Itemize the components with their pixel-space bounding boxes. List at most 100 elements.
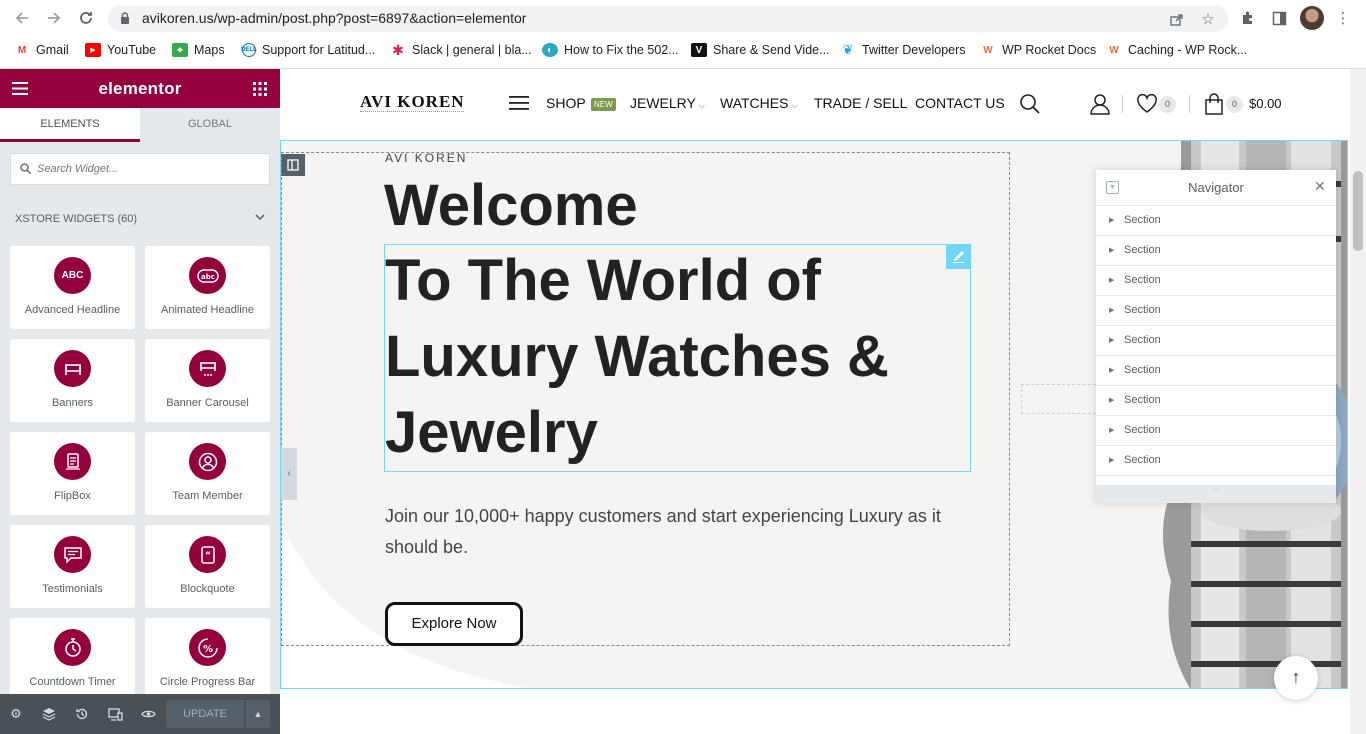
caret-right-icon[interactable]: ▶ bbox=[1109, 366, 1114, 374]
profile-avatar[interactable] bbox=[1300, 6, 1324, 30]
back-arrow-icon[interactable] bbox=[10, 6, 34, 30]
caret-right-icon[interactable]: ▶ bbox=[1109, 246, 1114, 254]
bookmark-502-fix[interactable]: ◐ How to Fix the 502... bbox=[542, 41, 679, 59]
navigator-section-row[interactable]: ▶ Section bbox=[1096, 206, 1336, 236]
widget-banner-carousel[interactable]: Banner Carousel bbox=[145, 339, 270, 422]
abc-icon: ABC bbox=[54, 257, 91, 294]
nav-trade-sell[interactable]: TRADE / SELL bbox=[814, 95, 907, 111]
navigator-section-row[interactable]: ▶ Section bbox=[1096, 386, 1336, 416]
elementor-logo: elementor bbox=[98, 79, 182, 98]
nav-jewelry[interactable]: JEWELRY ⌵ bbox=[630, 95, 705, 111]
navigator-section-row[interactable]: ▶ Section bbox=[1096, 416, 1336, 446]
chevron-up-icon[interactable]: ▲ bbox=[246, 700, 270, 728]
edit-pencil-icon[interactable] bbox=[946, 244, 971, 269]
cart-bag-icon[interactable] bbox=[1203, 93, 1225, 115]
chevron-down-icon[interactable] bbox=[255, 213, 265, 224]
navigator-panel: ▼ Navigator ✕ ▶ Section ▶ Section ▶ Section… bbox=[1096, 170, 1336, 503]
dell-icon: DELL bbox=[241, 43, 257, 57]
history-icon[interactable] bbox=[73, 705, 91, 723]
chat-icon bbox=[54, 536, 91, 573]
navigator-section-row[interactable]: ▶ Section bbox=[1096, 266, 1336, 296]
maps-icon: ⌖ bbox=[172, 43, 188, 57]
caret-right-icon[interactable]: ▶ bbox=[1109, 396, 1114, 404]
caret-right-icon[interactable]: ▶ bbox=[1109, 276, 1114, 284]
tab-elements[interactable]: ELEMENTS bbox=[0, 108, 140, 142]
category-title[interactable]: XSTORE WIDGETS (60) bbox=[15, 213, 137, 225]
search-icon[interactable] bbox=[1019, 93, 1041, 115]
preview-eye-icon[interactable] bbox=[139, 705, 157, 723]
address-bar[interactable]: avikoren.us/wp-admin/post.php?post=6897&… bbox=[108, 5, 1228, 32]
slack-icon: ✱ bbox=[392, 41, 404, 58]
panel-footer: ⚙ UPDATE ▲ bbox=[0, 694, 280, 734]
account-user-icon[interactable] bbox=[1089, 93, 1111, 115]
widgets-grid-icon[interactable] bbox=[253, 82, 267, 101]
navigator-resize-handle[interactable]: ··· bbox=[1096, 485, 1336, 503]
kebab-menu-icon[interactable]: ⋮ bbox=[1332, 7, 1354, 29]
hero-welcome[interactable]: Welcome bbox=[384, 171, 638, 241]
widget-circle-progress-bar[interactable]: % Circle Progress Bar bbox=[145, 618, 270, 701]
widget-banners[interactable]: Banners bbox=[10, 339, 135, 422]
bookmark-slack[interactable]: ✱ Slack | general | bla... bbox=[390, 41, 532, 59]
percent-icon: % bbox=[189, 629, 226, 666]
cart-total[interactable]: $0.00 bbox=[1249, 96, 1282, 111]
explore-now-button[interactable]: Explore Now bbox=[385, 602, 523, 646]
navigator-section-row[interactable]: ▶ Section bbox=[1096, 236, 1336, 266]
settings-gear-icon[interactable]: ⚙ bbox=[7, 705, 25, 723]
hero-paragraph[interactable]: Join our 10,000+ happy customers and sta… bbox=[385, 501, 985, 563]
panel-header: elementor bbox=[0, 69, 280, 108]
chevron-down-icon: ⌵ bbox=[791, 101, 798, 110]
scroll-to-top-arrow-icon[interactable]: ↑ bbox=[1274, 656, 1318, 700]
bookmark-wp-rocket-docs[interactable]: W WP Rocket Docs bbox=[980, 41, 1096, 59]
navigator-section-row[interactable]: ▶ Section bbox=[1096, 326, 1336, 356]
nav-watches[interactable]: WATCHES ⌵ bbox=[720, 95, 798, 111]
reload-icon[interactable] bbox=[74, 6, 98, 30]
widget-blockquote[interactable]: “ Blockquote bbox=[145, 525, 270, 608]
nav-shop[interactable]: SHOP bbox=[546, 95, 586, 111]
widget-countdown-timer[interactable]: Countdown Timer bbox=[10, 618, 135, 701]
widget-team-member[interactable]: Team Member bbox=[145, 432, 270, 515]
scroll-thumb[interactable] bbox=[1353, 171, 1363, 251]
wishlist-heart-icon[interactable] bbox=[1136, 93, 1158, 115]
hamburger-menu-icon[interactable] bbox=[509, 96, 529, 110]
bookmark-twitter-dev[interactable]: ❦ Twitter Developers bbox=[840, 41, 966, 59]
update-button[interactable]: UPDATE bbox=[166, 700, 244, 728]
widget-flipbox[interactable]: FlipBox bbox=[10, 432, 135, 515]
navigator-header: ▼ Navigator ✕ bbox=[1096, 170, 1336, 206]
share-icon[interactable] bbox=[1166, 9, 1186, 29]
collapse-panel-chevron-icon[interactable]: ‹ bbox=[281, 448, 297, 500]
bookmark-dell-support[interactable]: DELL Support for Latitud... bbox=[241, 41, 375, 59]
navigator-section-row[interactable]: ▶ Section bbox=[1096, 356, 1336, 386]
forward-arrow-icon[interactable] bbox=[42, 6, 66, 30]
navigator-section-row[interactable]: ▶ Section bbox=[1096, 296, 1336, 326]
bookmark-youtube[interactable]: ▶ YouTube bbox=[85, 41, 156, 59]
close-icon[interactable]: ✕ bbox=[1314, 178, 1326, 195]
hero-headline[interactable]: To The World of Luxury Watches & Jewelry bbox=[385, 243, 985, 471]
bookmarks-bar: M Gmail ▶ YouTube ⌖ Maps DELL Support for La… bbox=[0, 38, 1366, 62]
site-logo[interactable]: AVI KOREN bbox=[360, 92, 465, 112]
caret-right-icon[interactable]: ▶ bbox=[1109, 426, 1114, 434]
widget-advanced-headline[interactable]: ABC Advanced Headline bbox=[10, 246, 135, 329]
bookmark-star-icon[interactable]: ☆ bbox=[1198, 9, 1218, 29]
search-input[interactable] bbox=[37, 154, 265, 184]
bookmark-share-video[interactable]: V Share & Send Vide... bbox=[691, 41, 830, 59]
caret-right-icon[interactable]: ▶ bbox=[1109, 456, 1114, 464]
navigator-section-row[interactable]: ▶ Section bbox=[1096, 446, 1336, 476]
widget-search[interactable] bbox=[10, 153, 270, 185]
responsive-mode-icon[interactable] bbox=[106, 705, 124, 723]
tab-global[interactable]: GLOBAL bbox=[140, 108, 280, 142]
nav-contact[interactable]: CONTACT US bbox=[915, 95, 1005, 111]
navigator-layers-icon[interactable] bbox=[40, 705, 58, 723]
caret-right-icon[interactable]: ▶ bbox=[1109, 306, 1114, 314]
navigator-title[interactable]: Navigator bbox=[1096, 180, 1336, 195]
bookmark-maps[interactable]: ⌖ Maps bbox=[172, 41, 225, 59]
bookmark-wp-rocket-caching[interactable]: W Caching - WP Rock... bbox=[1106, 41, 1247, 59]
widget-testimonials[interactable]: Testimonials bbox=[10, 525, 135, 608]
site-header: AVI KOREN SHOP NEW JEWELRY ⌵ WATCHES ⌵ TRA… bbox=[280, 69, 1350, 140]
widget-animated-headline[interactable]: abc Animated Headline bbox=[145, 246, 270, 329]
page-scrollbar[interactable] bbox=[1350, 69, 1366, 734]
caret-right-icon[interactable]: ▶ bbox=[1109, 216, 1114, 224]
caret-right-icon[interactable]: ▶ bbox=[1109, 336, 1114, 344]
extensions-puzzle-icon[interactable] bbox=[1237, 7, 1259, 29]
side-panel-icon[interactable] bbox=[1268, 7, 1290, 29]
bookmark-gmail[interactable]: M Gmail bbox=[14, 41, 69, 59]
